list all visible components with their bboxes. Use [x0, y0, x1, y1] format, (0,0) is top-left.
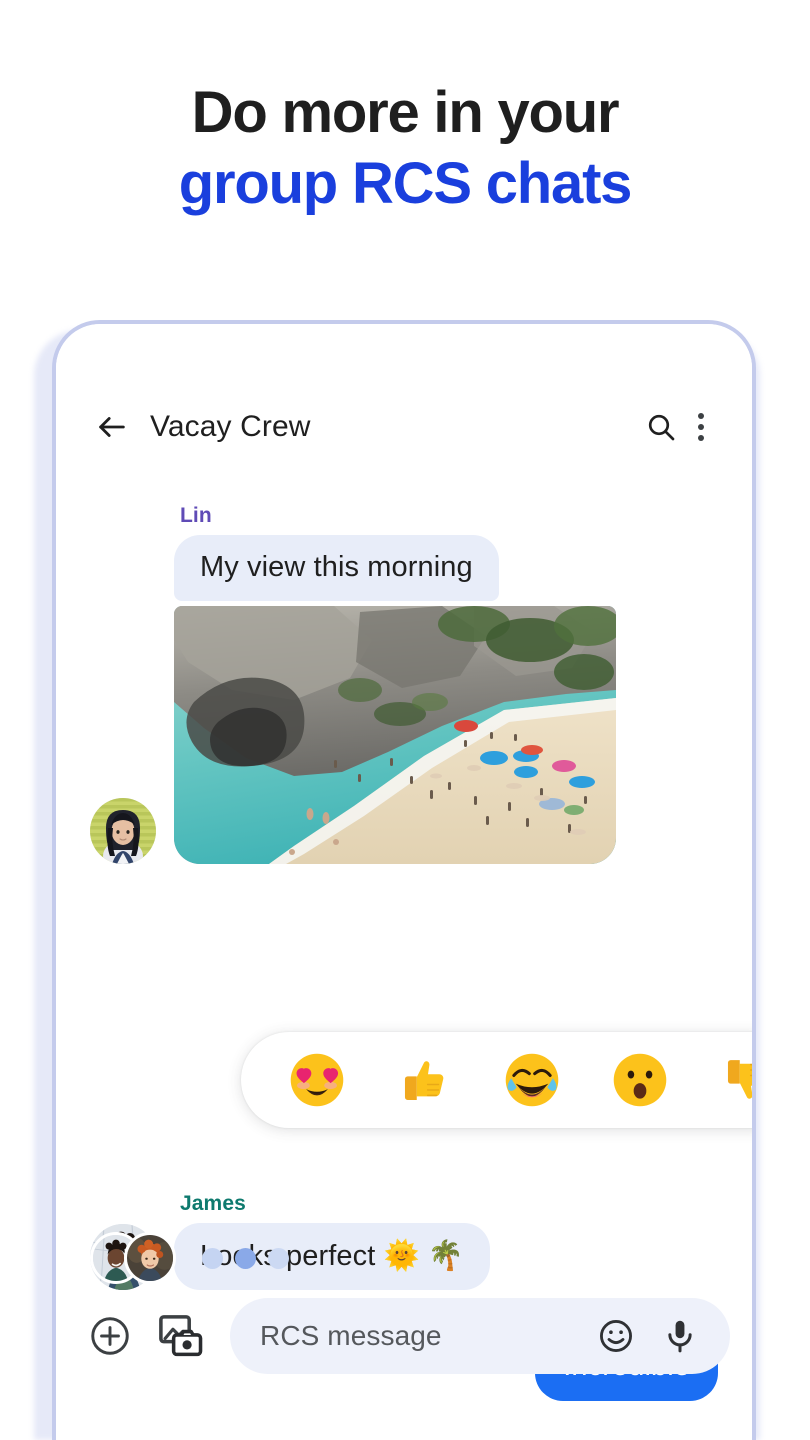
typing-dot — [202, 1247, 223, 1269]
reaction-picker[interactable] — [241, 1032, 752, 1128]
gallery-camera-button[interactable] — [152, 1308, 208, 1364]
thumbs-down-emoji-icon — [728, 1060, 752, 1099]
message-group-lin: Lin My view this morning — [90, 504, 710, 864]
typing-dots — [202, 1247, 289, 1269]
microphone-icon — [668, 1320, 692, 1353]
avatar-redhead-image — [127, 1235, 173, 1281]
message-input-field[interactable]: RCS message — [230, 1298, 730, 1374]
conversation-title: Vacay Crew — [150, 410, 311, 443]
message-input-placeholder: RCS message — [260, 1320, 442, 1351]
avatar — [90, 798, 156, 864]
typing-indicator — [90, 1232, 289, 1284]
gallery-camera-icon — [159, 1315, 203, 1357]
message-thread: Lin My view this morning James Looks per… — [56, 474, 752, 1401]
headline-line-1: Do more in your — [191, 80, 620, 145]
promo-screenshot: Do more in your group RCS chats Vacay Cr… — [0, 0, 810, 1440]
add-attachment-button[interactable] — [82, 1308, 138, 1364]
voice-message-button[interactable] — [654, 1310, 706, 1362]
search-button[interactable] — [638, 404, 684, 450]
beach-photo-image — [174, 606, 616, 864]
arrow-left-icon — [99, 417, 125, 437]
phone-screen: Vacay Crew Lin My view this morning Jame… — [56, 324, 752, 1440]
reaction-heart-eyes-emoji[interactable] — [263, 1032, 371, 1128]
avatar-lin-image — [90, 798, 156, 864]
reaction-thumbs-down-emoji[interactable] — [693, 1032, 752, 1128]
typing-dot — [235, 1247, 256, 1269]
plus-circle-icon — [91, 1317, 129, 1355]
reaction-thumbs-up-emoji[interactable] — [371, 1032, 479, 1128]
emoji-button[interactable] — [590, 1310, 642, 1362]
heart-eyes-emoji-icon — [290, 1053, 344, 1107]
avatar — [124, 1232, 176, 1284]
emoji-smile-icon — [600, 1320, 632, 1352]
thumbs-up-emoji-icon — [405, 1061, 444, 1100]
typing-avatars — [90, 1232, 176, 1284]
typing-dot — [268, 1247, 289, 1269]
app-bar: Vacay Crew — [56, 390, 752, 464]
headline: Do more in your group RCS chats — [0, 78, 810, 220]
compose-bar: RCS message — [56, 1290, 752, 1382]
sender-name-james: James — [180, 1192, 246, 1215]
overflow-menu-button[interactable] — [684, 404, 718, 450]
back-button[interactable] — [90, 405, 134, 449]
message-bubble-incoming[interactable]: My view this morning — [174, 535, 499, 601]
reaction-surprised-emoji[interactable] — [586, 1032, 694, 1128]
surprised-emoji-icon — [613, 1053, 666, 1107]
search-icon — [648, 414, 675, 441]
reaction-joy-emoji[interactable] — [478, 1032, 586, 1128]
photo-attachment[interactable] — [174, 606, 616, 864]
more-vert-icon — [698, 413, 704, 441]
sender-name-lin: Lin — [180, 504, 212, 527]
phone-frame: Vacay Crew Lin My view this morning Jame… — [52, 320, 756, 1440]
headline-line-2: group RCS chats — [178, 150, 633, 216]
joy-emoji-icon — [505, 1053, 559, 1107]
